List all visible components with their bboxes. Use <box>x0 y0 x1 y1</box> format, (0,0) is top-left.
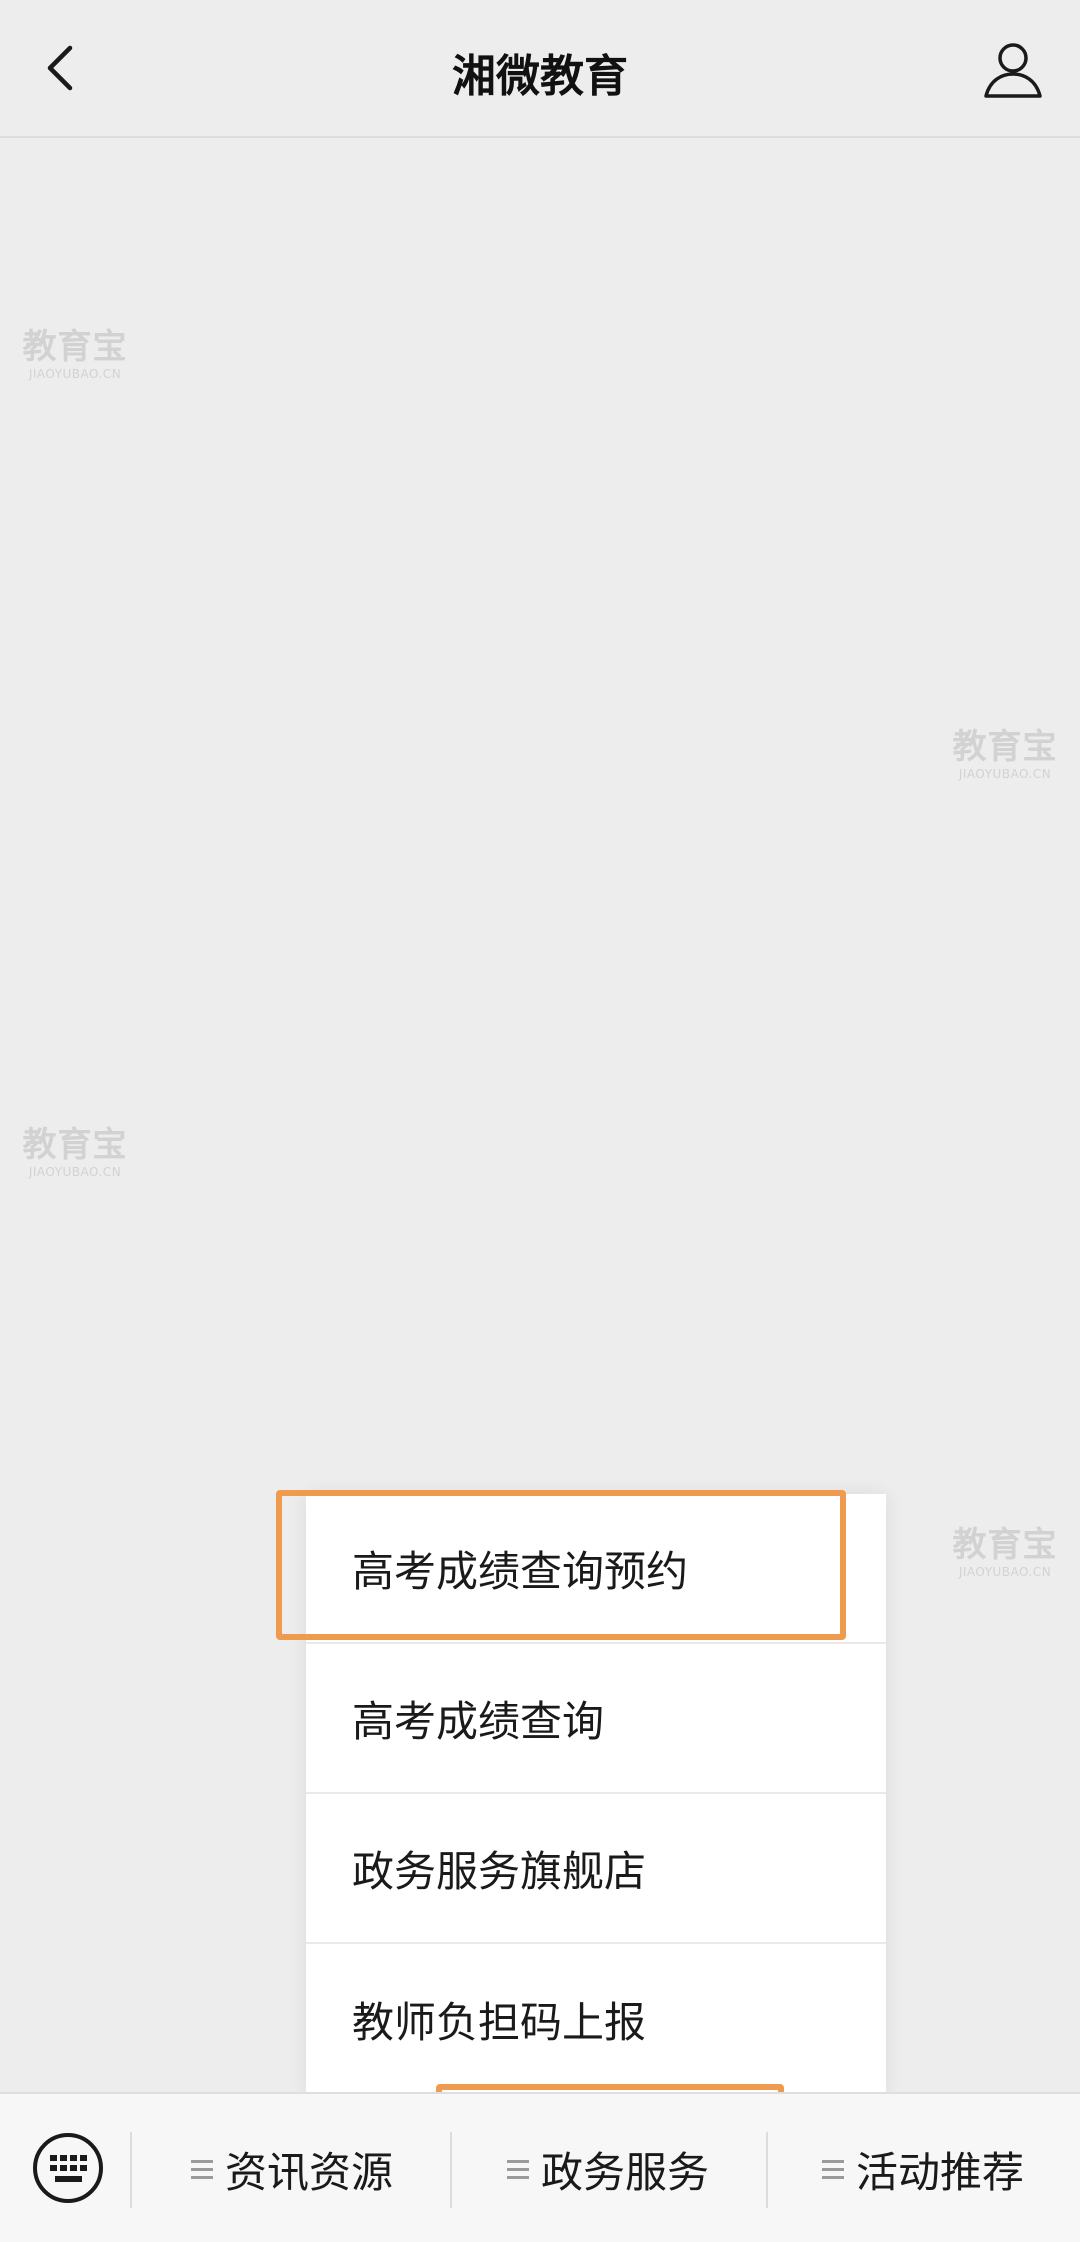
submenu-item-teacher-burden-report[interactable]: 教师负担码上报 <box>306 1944 886 2094</box>
submenu-popup: 高考成绩查询预约 高考成绩查询 政务服务旗舰店 教师负担码上报 <box>306 1494 886 2094</box>
top-navigation-bar: 湘微教育 <box>0 0 1080 138</box>
watermark: 教育宝 JIAOYUBAO.CN <box>952 727 1058 781</box>
submenu-item-gov-service-store[interactable]: 政务服务旗舰店 <box>306 1794 886 1944</box>
watermark: 教育宝 JIAOYUBAO.CN <box>952 1525 1058 1579</box>
menu-lines-icon <box>506 2155 529 2184</box>
tab-activities[interactable]: 活动推荐 <box>766 2094 1080 2242</box>
tab-label: 资讯资源 <box>224 2147 393 2197</box>
keyboard-icon[interactable] <box>30 2130 106 2206</box>
watermark: 教育宝 JIAOYUBAO.CN <box>22 1125 128 1179</box>
menu-lines-icon <box>190 2155 213 2184</box>
bottom-menu-bar: 资讯资源 政务服务 活动推荐 <box>0 2092 1080 2242</box>
page-title: 湘微教育 <box>452 51 628 102</box>
tab-label: 政务服务 <box>540 2147 709 2197</box>
watermark: 教育宝 JIAOYUBAO.CN <box>22 327 128 381</box>
person-outline-icon[interactable] <box>980 38 1046 104</box>
tab-gov-services[interactable]: 政务服务 <box>450 2094 766 2242</box>
wechat-official-account-page: 湘微教育 教育宝 JIAOYUBAO.CN 教育宝 JIAOYUBAO.CN 教… <box>0 0 1080 2242</box>
tab-news-resources[interactable]: 资讯资源 <box>134 2094 450 2242</box>
tab-label: 活动推荐 <box>855 2147 1024 2197</box>
divider <box>130 2132 132 2208</box>
submenu-item-score-query[interactable]: 高考成绩查询 <box>306 1644 886 1794</box>
submenu-item-score-query-booking[interactable]: 高考成绩查询预约 <box>306 1494 886 1644</box>
menu-lines-icon <box>821 2155 844 2184</box>
